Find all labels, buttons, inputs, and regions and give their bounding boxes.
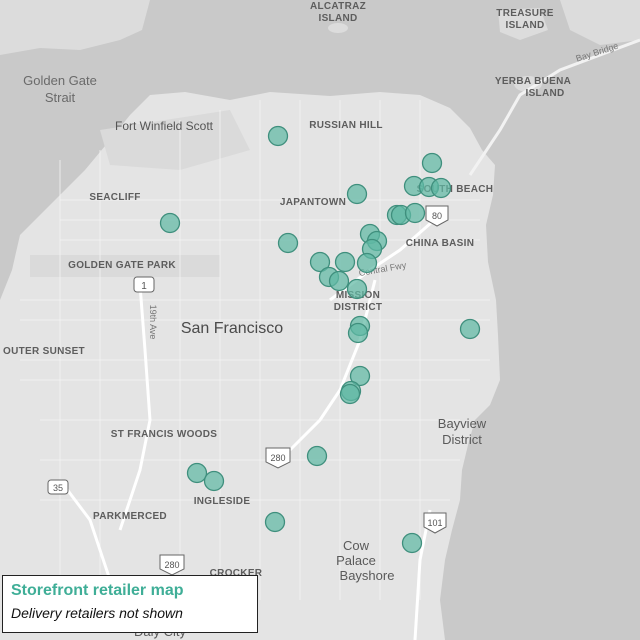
retailer-marker[interactable] — [203, 470, 225, 492]
retailer-marker[interactable] — [306, 445, 328, 467]
label-alcatraz: ALCATRAZ — [310, 1, 366, 12]
retailer-marker[interactable] — [459, 318, 481, 340]
label-golden-gate-park: GOLDEN GATE PARK — [68, 260, 176, 271]
hwy-1-shield: 1 — [133, 276, 155, 293]
label-yerba: YERBA BUENA — [495, 76, 571, 87]
hwy-35-shield: 35 — [47, 479, 69, 495]
map-canvas[interactable]: 1 80 280 280 35 101 ALCATRAZ ISLAND TREA… — [0, 0, 640, 640]
label-palace: Palace — [336, 553, 376, 568]
retailer-marker[interactable] — [159, 212, 181, 234]
retailer-marker[interactable] — [334, 251, 356, 273]
retailer-marker[interactable] — [277, 232, 299, 254]
label-japantown: JAPANTOWN — [280, 197, 346, 208]
label-19th-ave: 19th Ave — [148, 305, 158, 340]
svg-text:80: 80 — [432, 211, 442, 221]
alcatraz-island — [328, 23, 348, 33]
label-fort-winfield: Fort Winfield Scott — [115, 119, 214, 133]
label-ingleside: INGLESIDE — [194, 496, 251, 507]
label-bayview-2: District — [442, 432, 482, 447]
retailer-marker[interactable] — [346, 278, 368, 300]
svg-text:280: 280 — [270, 453, 285, 463]
retailer-marker[interactable] — [267, 125, 289, 147]
retailer-marker[interactable] — [346, 183, 368, 205]
retailer-marker[interactable] — [339, 383, 361, 405]
label-bayshore: Bayshore — [340, 568, 395, 583]
label-mission-2: DISTRICT — [334, 302, 383, 313]
label-china-basin: CHINA BASIN — [406, 238, 475, 249]
retailer-marker[interactable] — [264, 511, 286, 533]
label-golden-gate-2: Strait — [45, 90, 76, 105]
legend-title: Storefront retailer map — [11, 582, 184, 599]
label-alcatraz-2: ISLAND — [318, 13, 357, 24]
label-st-francis-woods: ST FRANCIS WOODS — [111, 429, 217, 440]
retailer-marker[interactable] — [347, 322, 369, 344]
retailer-marker[interactable] — [404, 202, 426, 224]
retailer-marker[interactable] — [421, 152, 443, 174]
retailer-marker[interactable] — [430, 177, 452, 199]
retailer-marker[interactable] — [356, 252, 378, 274]
svg-text:101: 101 — [427, 518, 442, 528]
label-parkmerced: PARKMERCED — [93, 511, 167, 522]
label-outer-sunset: OUTER SUNSET — [3, 346, 85, 357]
svg-text:35: 35 — [53, 483, 63, 493]
map-legend: Storefront retailer map Delivery retaile… — [2, 575, 258, 633]
retailer-marker[interactable] — [401, 532, 423, 554]
legend-subtitle: Delivery retailers not shown — [11, 605, 183, 621]
label-bayview: Bayview — [438, 416, 487, 431]
label-cow: Cow — [343, 538, 370, 553]
label-russian-hill: RUSSIAN HILL — [309, 120, 383, 131]
label-yerba-2: ISLAND — [525, 88, 564, 99]
label-treasure-2: ISLAND — [505, 20, 544, 31]
label-san-francisco: San Francisco — [181, 320, 283, 337]
label-seacliff: SEACLIFF — [89, 192, 140, 203]
label-golden-gate: Golden Gate — [23, 73, 97, 88]
retailer-marker[interactable] — [328, 270, 350, 292]
svg-text:1: 1 — [141, 281, 147, 292]
retailer-marker[interactable] — [186, 462, 208, 484]
label-treasure: TREASURE — [496, 8, 553, 19]
svg-text:280: 280 — [164, 560, 179, 570]
